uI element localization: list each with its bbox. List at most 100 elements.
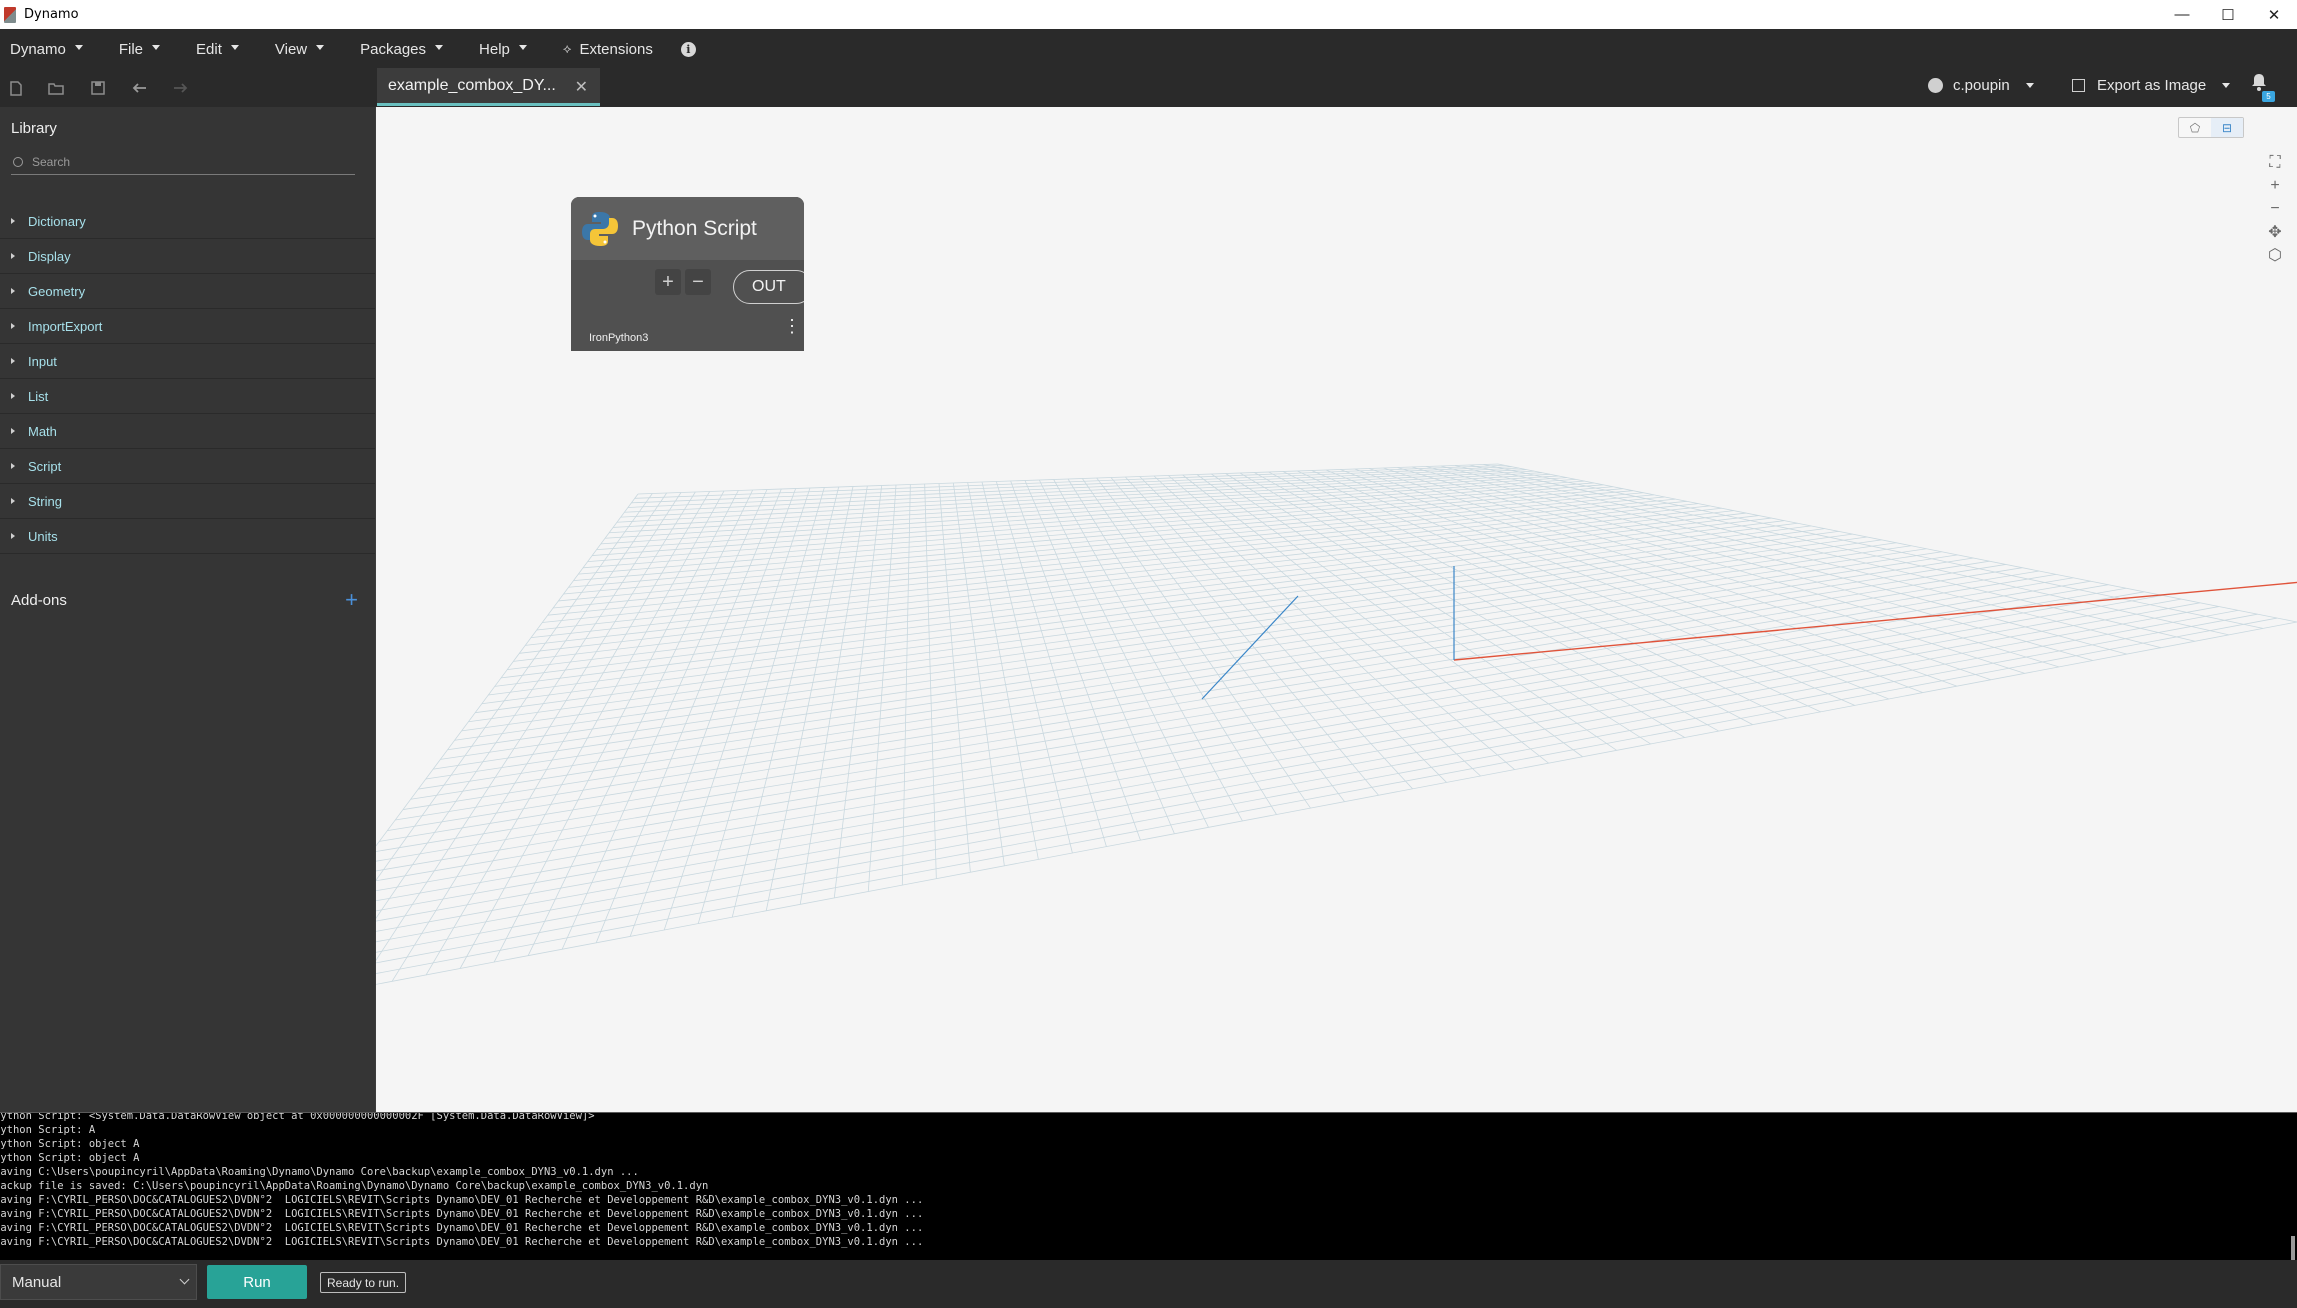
library-item-label: List <box>28 388 49 404</box>
add-input-button[interactable]: + <box>655 269 681 295</box>
python-script-node[interactable]: Python Script + − OUT IronPython3 ⋮ <box>571 197 804 351</box>
image-icon <box>2072 79 2085 92</box>
user-name: c.poupin <box>1953 77 2010 94</box>
grid-line <box>1067 478 1277 815</box>
expand-arrow-icon <box>11 218 15 224</box>
window-title: Dynamo <box>24 7 79 22</box>
library-item-dictionary[interactable]: Dictionary <box>0 204 375 239</box>
export-as-image-button[interactable]: Export as Image <box>2072 77 2231 94</box>
menu-label: File <box>118 40 144 58</box>
tab-close-icon[interactable]: ✕ <box>575 77 588 97</box>
grid-line <box>459 490 725 969</box>
menu-view[interactable]: View <box>274 40 325 58</box>
tab-example-combox[interactable]: example_combox_DY... ✕ <box>377 68 600 106</box>
notifications-bell-icon[interactable]: 5 <box>2250 72 2275 102</box>
grid-line <box>493 490 739 963</box>
zoom-out-icon[interactable]: − <box>2264 197 2286 220</box>
library-panel: Library Dictionary Display Geometry Impo… <box>0 107 375 1112</box>
node-header[interactable]: Python Script <box>571 197 804 260</box>
library-search-input[interactable] <box>32 154 332 169</box>
console-scrollbar[interactable] <box>2291 1112 2295 1260</box>
new-file-icon[interactable] <box>7 79 25 97</box>
close-window-button[interactable]: ✕ <box>2251 0 2297 29</box>
grid-line <box>376 577 2074 862</box>
caret-down-icon <box>152 44 161 50</box>
menu-help[interactable]: Help <box>479 41 527 58</box>
dynamo-app-icon <box>4 6 16 23</box>
console-line: Saving F:\CYRIL_PERSO\DOC&CATALOGUES2\DV… <box>0 1208 924 1220</box>
remove-input-button[interactable]: − <box>685 269 711 295</box>
python-engine-selector[interactable]: IronPython3 <box>589 332 648 344</box>
zoom-fit-icon[interactable]: ⛶ <box>2264 151 2286 174</box>
grid-line <box>376 595 2163 912</box>
grid-line <box>561 489 768 950</box>
menu-label: View <box>274 40 308 58</box>
console-lines: Python Script: <System.Data.DataRowView … <box>0 1112 924 1249</box>
library-item-list[interactable]: List <box>0 379 375 414</box>
menu-packages[interactable]: Packages <box>360 40 444 58</box>
library-item-display[interactable]: Display <box>0 239 375 274</box>
grid-line <box>938 483 971 873</box>
zoom-in-icon[interactable]: + <box>2264 174 2286 197</box>
library-item-importexport[interactable]: ImportExport <box>0 309 375 344</box>
menu-file[interactable]: File <box>118 40 161 58</box>
library-item-input[interactable]: Input <box>0 344 375 379</box>
scrollbar-thumb[interactable] <box>2291 1236 2295 1260</box>
console-line: Saving F:\CYRIL_PERSO\DOC&CATALOGUES2\DV… <box>0 1194 924 1206</box>
redo-icon[interactable] <box>171 79 189 97</box>
library-item-label: Script <box>28 458 62 474</box>
undo-icon[interactable] <box>131 79 149 97</box>
save-icon[interactable] <box>89 79 107 97</box>
library-item-string[interactable]: String <box>0 484 375 519</box>
library-item-script[interactable]: Script <box>0 449 375 484</box>
graph-view-icon[interactable]: ⊟ <box>2211 118 2243 137</box>
workspace-canvas[interactable]: ⬠ ⊟ ⛶ + − ✥ ⬡ Python Script + − OUT Iron… <box>376 107 2297 1112</box>
maximize-button[interactable]: ☐ <box>2205 0 2251 29</box>
open-folder-icon[interactable] <box>47 79 65 97</box>
output-port-out[interactable]: OUT <box>733 270 804 304</box>
orbit-icon[interactable]: ⬡ <box>2264 243 2286 266</box>
console-line: Saving F:\CYRIL_PERSO\DOC&CATALOGUES2\DV… <box>0 1222 924 1234</box>
menu-extensions[interactable]: ⟡ Extensions <box>563 41 653 58</box>
export-label: Export as Image <box>2097 77 2207 94</box>
expand-arrow-icon <box>11 463 15 469</box>
caret-down-icon <box>316 44 325 50</box>
grid-line <box>1311 470 1855 706</box>
run-mode-select[interactable]: Manual <box>0 1264 197 1300</box>
geometry-view-icon[interactable]: ⬠ <box>2179 118 2211 137</box>
menu-label: Extensions <box>579 40 653 58</box>
add-addon-plus-icon[interactable]: + <box>345 587 358 613</box>
console-line: Python Script: <System.Data.DataRowView … <box>0 1112 595 1122</box>
run-button[interactable]: Run <box>207 1265 307 1299</box>
library-item-label: String <box>28 493 62 509</box>
user-menu[interactable]: c.poupin <box>1928 77 2034 94</box>
pan-icon[interactable]: ✥ <box>2264 220 2286 243</box>
run-status-label: Ready to run. <box>320 1272 407 1293</box>
dynamo-window: Dynamo — ☐ ✕ Dynamo File Edit View Packa… <box>0 0 2297 1308</box>
menu-label: Edit <box>196 40 222 58</box>
library-item-label: Math <box>28 423 57 439</box>
expand-arrow-icon <box>11 358 15 364</box>
minimize-button[interactable]: — <box>2159 0 2205 29</box>
library-search <box>11 149 355 175</box>
console-output[interactable]: Python Script: <System.Data.DataRowView … <box>0 1112 2297 1260</box>
node-context-menu-icon[interactable]: ⋮ <box>783 317 801 335</box>
console-line: Python Script: object A <box>0 1152 140 1164</box>
zoom-controls: ⛶ + − ✥ ⬡ <box>2264 151 2286 266</box>
library-item-units[interactable]: Units <box>0 519 375 554</box>
window-controls: — ☐ ✕ <box>2159 0 2297 29</box>
python-logo-icon <box>580 209 620 249</box>
user-icon <box>1928 78 1943 93</box>
grid-line <box>1454 465 2196 642</box>
expand-arrow-icon <box>11 323 15 329</box>
run-mode-value: Manual <box>12 1273 62 1291</box>
menu-edit[interactable]: Edit <box>196 41 239 58</box>
menu-dynamo[interactable]: Dynamo <box>10 41 83 58</box>
addons-section: Add-ons + <box>11 587 358 613</box>
menu-label: Packages <box>360 40 427 58</box>
caret-down-icon <box>2222 83 2231 88</box>
info-icon[interactable]: i <box>680 41 696 57</box>
grid-line <box>1440 465 2162 649</box>
library-item-geometry[interactable]: Geometry <box>0 274 375 309</box>
library-item-math[interactable]: Math <box>0 414 375 449</box>
